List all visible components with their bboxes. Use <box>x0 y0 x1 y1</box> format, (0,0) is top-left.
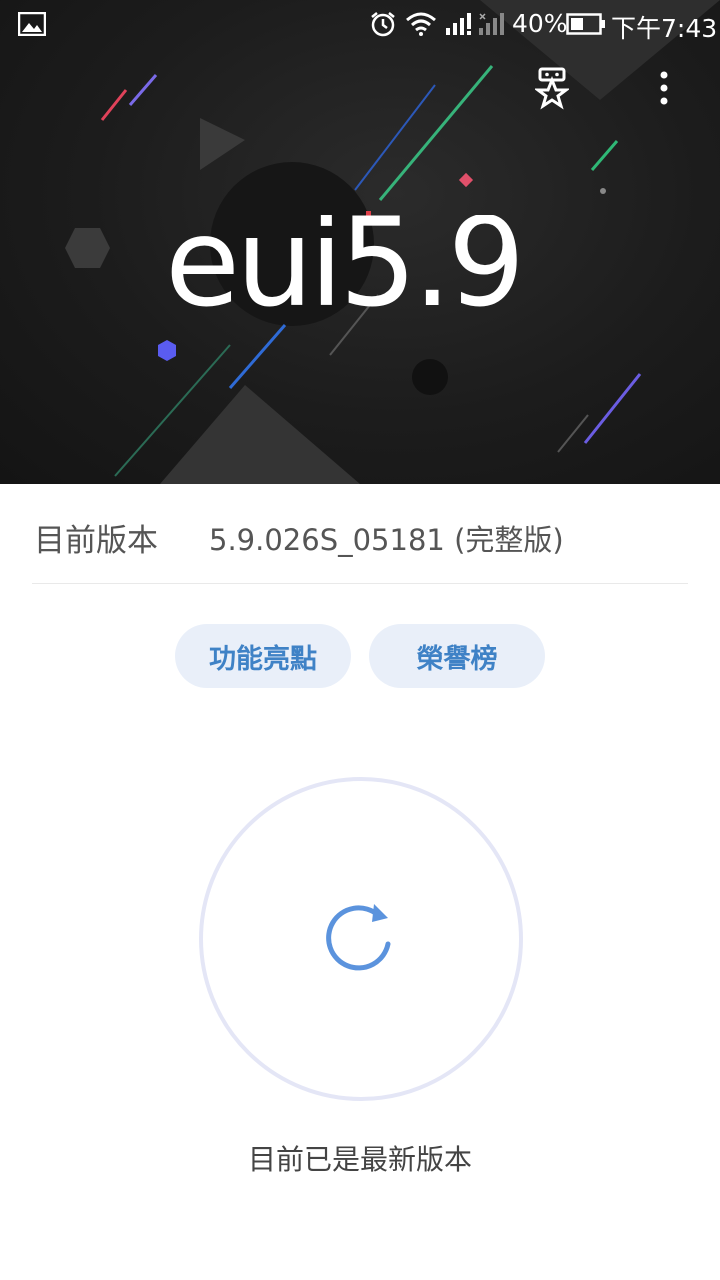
signal-empty-icon <box>479 13 504 35</box>
status-bar: 40% 下午7:43 <box>0 0 720 48</box>
signal-icon <box>446 13 471 35</box>
update-status-message: 目前已是最新版本 <box>247 1143 472 1176</box>
alarm-icon <box>371 12 395 37</box>
refresh-icon[interactable] <box>322 900 398 976</box>
current-version-label: 目前版本 <box>34 523 158 559</box>
battery-icon <box>566 13 605 35</box>
eui-logo: eui5.9 <box>165 215 525 315</box>
battery-percent: 40% <box>512 9 568 38</box>
clock: 下午7:43 <box>611 14 718 43</box>
more-vert-icon[interactable] <box>654 70 674 110</box>
current-version-row: 目前版本 5.9.026S_05181 (完整版) <box>32 484 688 584</box>
svg-text:eui5.9: eui5.9 <box>165 215 521 315</box>
wifi-icon <box>406 12 436 36</box>
features-button[interactable]: 功能亮點 <box>175 624 351 688</box>
image-notification-icon <box>18 12 46 36</box>
hero-banner: 40% 下午7:43 eui5.9 <box>0 0 720 484</box>
honor-badge-icon[interactable] <box>535 66 569 110</box>
current-version-value: 5.9.026S_05181 (完整版) <box>209 523 564 557</box>
honor-list-button[interactable]: 榮譽榜 <box>369 624 545 688</box>
